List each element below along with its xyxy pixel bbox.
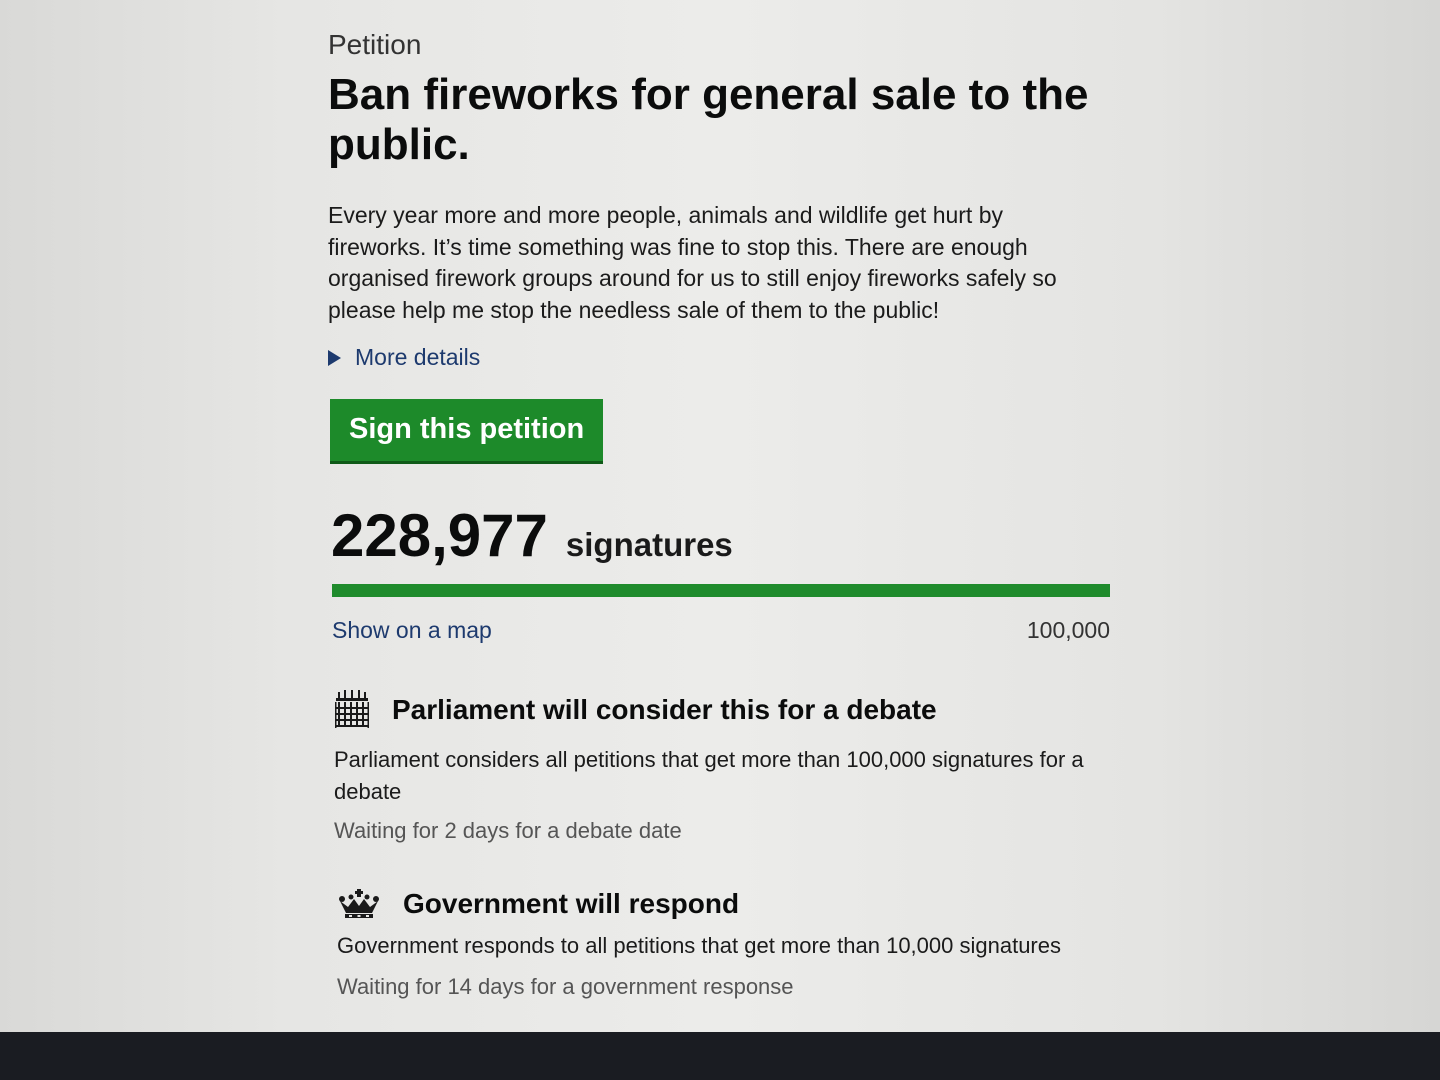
- show-on-map-link[interactable]: Show on a map: [332, 617, 492, 644]
- signature-count: 228,977: [331, 502, 548, 569]
- signature-count-row: 228,977 signatures: [331, 506, 1118, 566]
- government-section: Government will respond Government respo…: [337, 888, 1118, 1000]
- petition-summary: Every year more and more people, animals…: [328, 202, 1057, 323]
- portcullis-icon: [335, 690, 369, 728]
- government-body: Government responds to all petitions tha…: [337, 933, 1061, 958]
- debate-header: Parliament will consider this for a deba…: [334, 690, 1118, 730]
- sign-petition-button[interactable]: Sign this petition: [330, 399, 604, 464]
- government-status: Waiting for 14 days for a government res…: [337, 974, 794, 999]
- progress-meta: Show on a map 100,000: [332, 617, 1110, 644]
- more-details-label: More details: [355, 344, 481, 370]
- monitor-bezel: [0, 1032, 1440, 1080]
- more-details-toggle[interactable]: More details: [328, 344, 1118, 371]
- debate-title: Parliament will consider this for a deba…: [392, 694, 937, 725]
- triangle-right-icon: [328, 349, 341, 366]
- signature-progress-bar: [332, 584, 1110, 597]
- signature-label: signatures: [565, 526, 733, 563]
- debate-section: Parliament will consider this for a deba…: [334, 690, 1118, 844]
- monitor-screen: Petition Ban fireworks for general sale …: [0, 0, 1440, 1032]
- signature-progress-fill: [332, 584, 1110, 597]
- threshold-value: 100,000: [1026, 617, 1110, 643]
- government-title: Government will respond: [403, 888, 740, 919]
- debate-body: Parliament considers all petitions that …: [334, 747, 1084, 804]
- crown-icon: [339, 889, 379, 918]
- debate-status: Waiting for 2 days for a debate date: [334, 818, 682, 843]
- petition-page: Petition Ban fireworks for general sale …: [328, 26, 1118, 1000]
- page-caption: Petition: [328, 29, 422, 60]
- petition-title: Ban fireworks for general sale to the pu…: [328, 70, 1089, 169]
- government-header: Government will respond: [337, 888, 1118, 920]
